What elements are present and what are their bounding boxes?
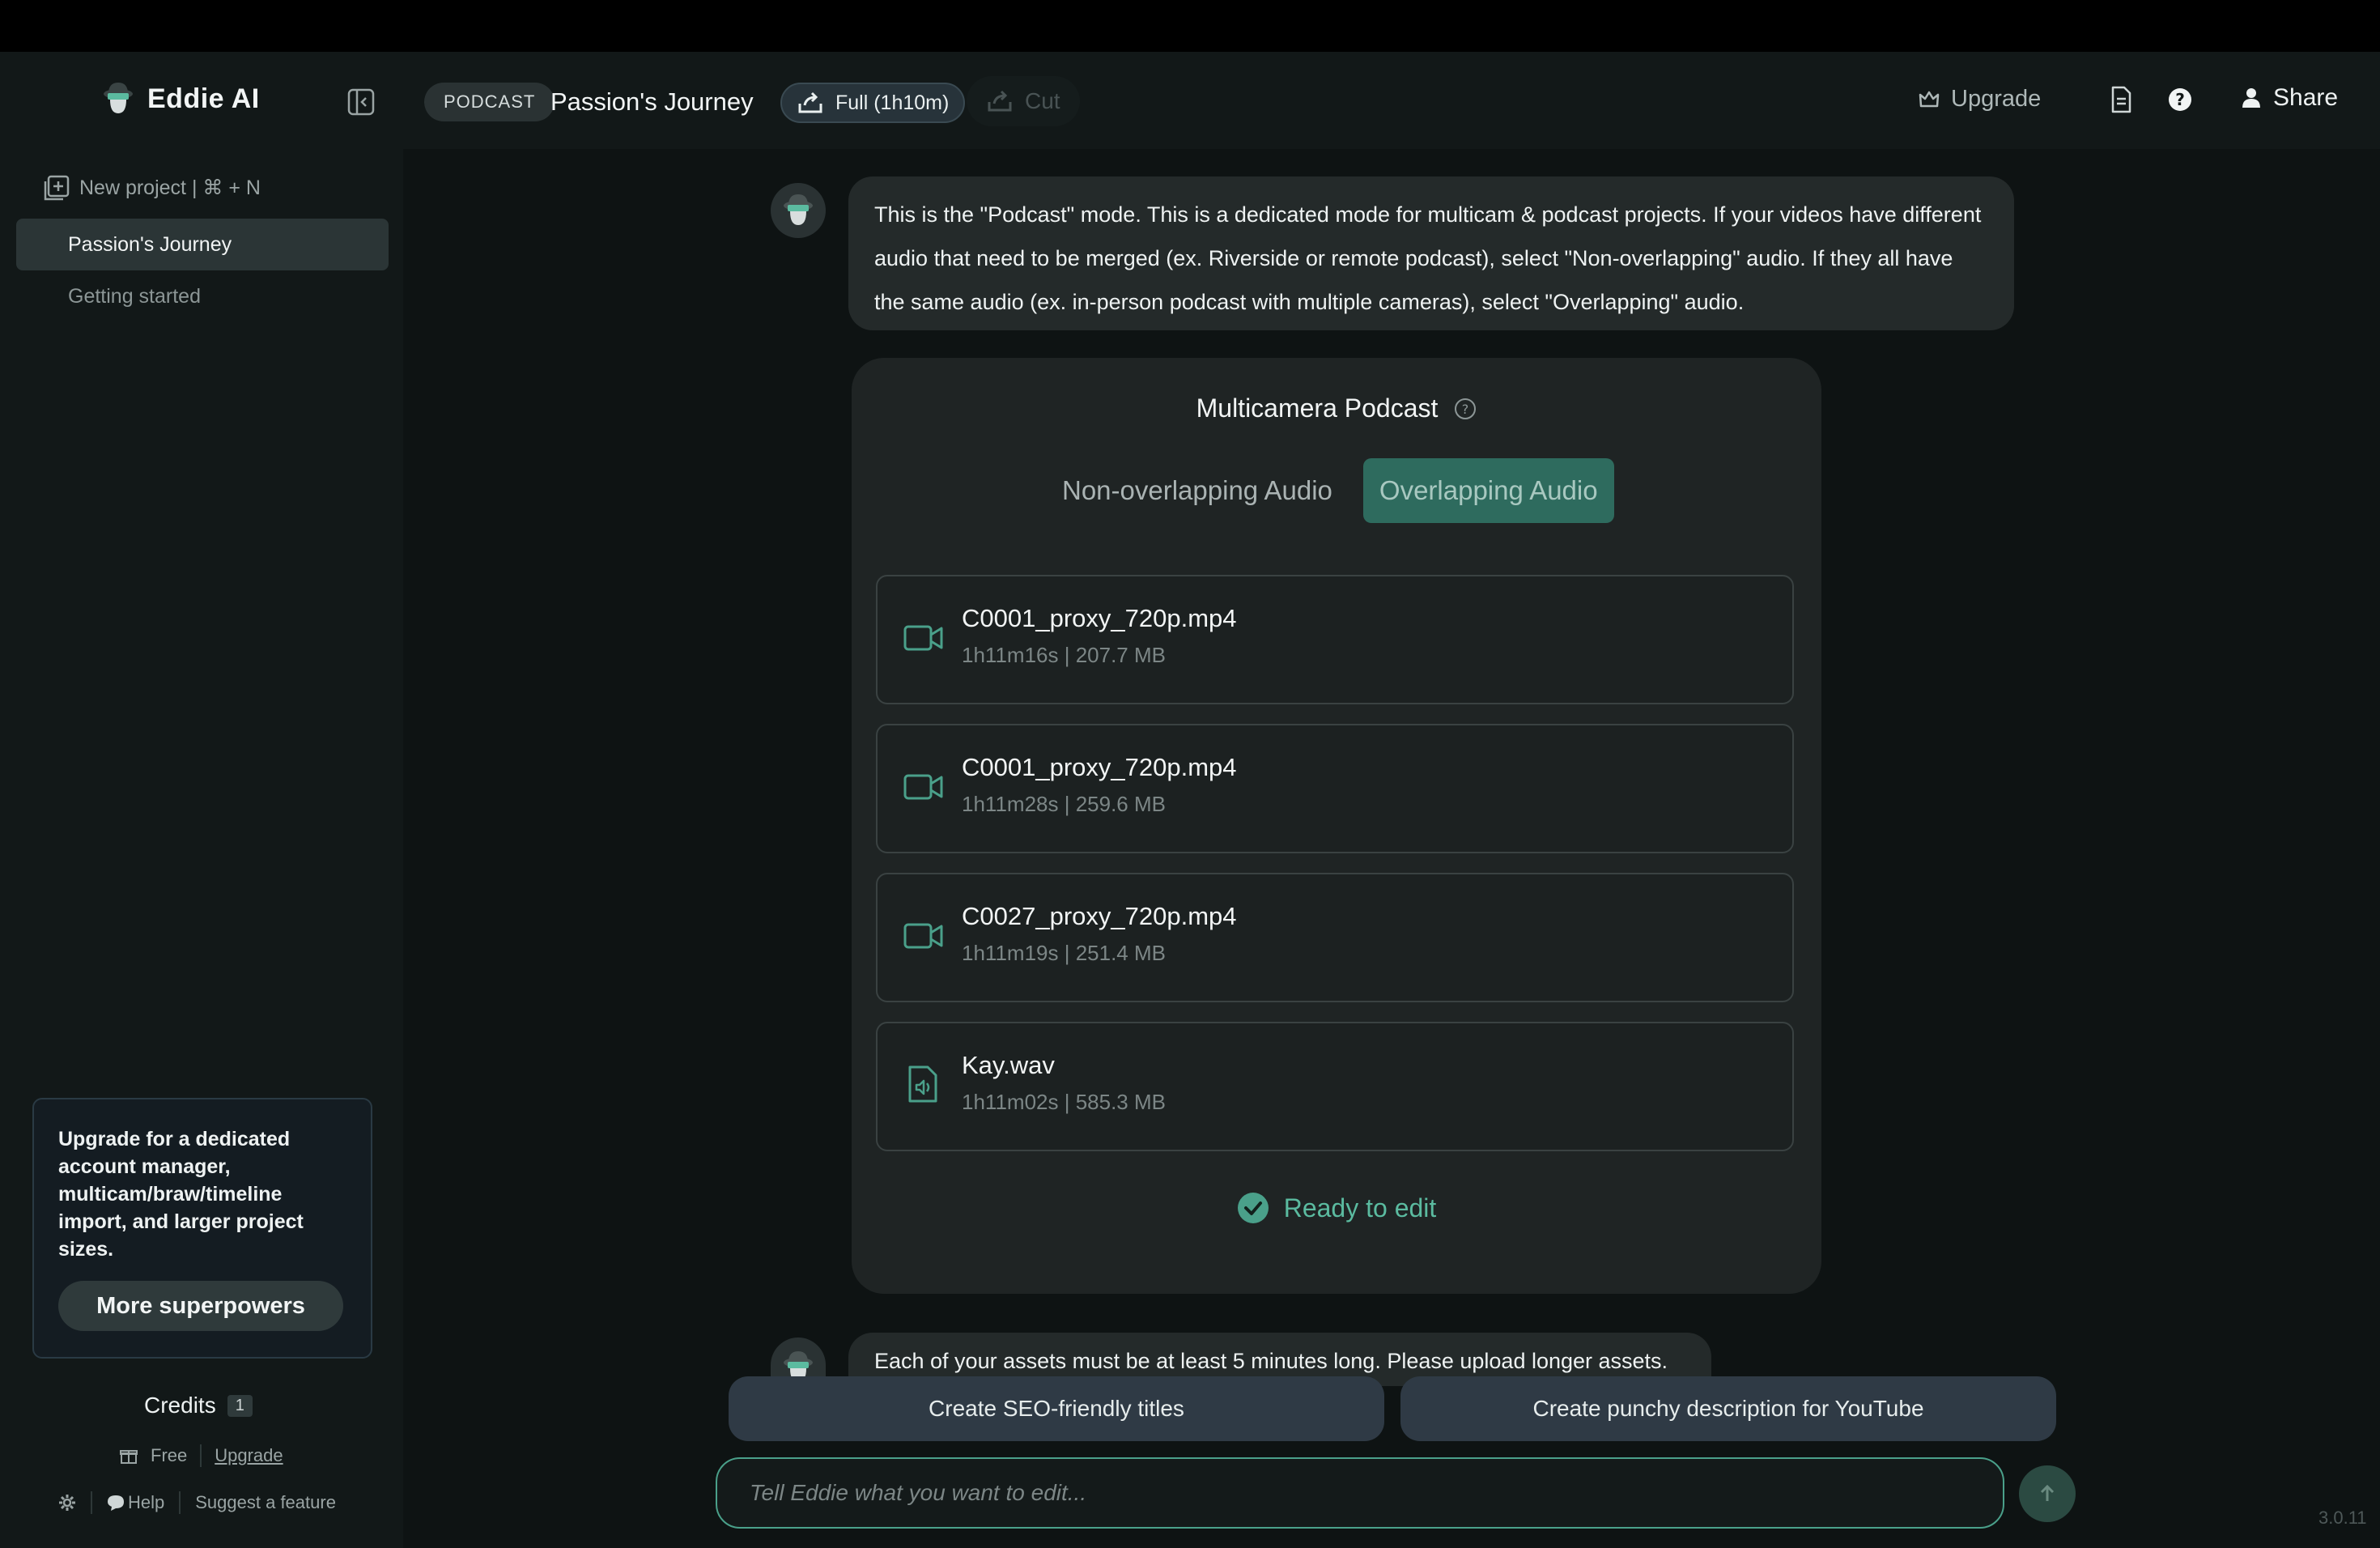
chat-input-placeholder: Tell Eddie what you want to edit... — [750, 1480, 1087, 1505]
audio-file-icon — [908, 1065, 937, 1103]
sidebar-item-label: Getting started — [68, 284, 201, 308]
file-item[interactable]: C0001_proxy_720p.mp4 1h11m28s | 259.6 MB — [876, 724, 1794, 853]
full-export-button[interactable]: Full (1h10m) — [780, 83, 966, 123]
multicam-podcast-card: Multicamera Podcast ? Non-overlapping Au… — [852, 358, 1821, 1294]
divider — [200, 1444, 202, 1467]
settings-gear-icon[interactable] — [58, 1494, 76, 1512]
sidebar-item-getting-started[interactable]: Getting started — [16, 270, 389, 322]
project-title[interactable]: Passion's Journey — [550, 84, 754, 120]
new-project-button[interactable]: New project | ⌘ + N — [44, 175, 261, 201]
plan-row: Free Upgrade — [120, 1444, 283, 1467]
user-icon — [2242, 88, 2260, 108]
file-item[interactable]: C0001_proxy_720p.mp4 1h11m16s | 207.7 MB — [876, 575, 1794, 704]
chat-input[interactable]: Tell Eddie what you want to edit... — [716, 1457, 2004, 1529]
svg-text:?: ? — [1462, 402, 1469, 417]
new-project-label: New project | ⌘ + N — [79, 176, 261, 199]
upgrade-promo-card: Upgrade for a dedicated account manager,… — [32, 1098, 372, 1359]
collapse-sidebar-button[interactable] — [345, 86, 377, 118]
card-title: Multicamera Podcast — [1196, 393, 1439, 423]
credits-display: Credits 1 — [144, 1393, 253, 1418]
sidebar-item-label: Passion's Journey — [68, 232, 232, 256]
file-name: C0027_proxy_720p.mp4 — [962, 902, 1237, 930]
share-button[interactable]: Share — [2241, 84, 2338, 112]
gift-icon — [120, 1450, 138, 1464]
upgrade-link[interactable]: Upgrade — [215, 1445, 283, 1466]
export-icon — [798, 91, 822, 113]
file-meta: 1h11m28s | 259.6 MB — [962, 792, 1166, 816]
audio-mode-toggle: Non-overlapping Audio Overlapping Audio — [1046, 458, 1614, 523]
document-icon — [2111, 86, 2131, 113]
credits-count: 1 — [227, 1394, 253, 1417]
ready-label: Ready to edit — [1283, 1193, 1437, 1223]
suggestion-youtube-description-button[interactable]: Create punchy description for YouTube — [1400, 1376, 2056, 1441]
file-name: C0001_proxy_720p.mp4 — [962, 753, 1237, 781]
mode-badge[interactable]: PODCAST — [424, 83, 555, 121]
cut-label: Cut — [1025, 88, 1060, 113]
cut-button[interactable]: Cut — [967, 76, 1080, 126]
non-overlapping-audio-option[interactable]: Non-overlapping Audio — [1046, 458, 1349, 523]
video-camera-icon — [903, 774, 943, 800]
brand-name: Eddie AI — [147, 83, 260, 114]
svg-text:?: ? — [2175, 90, 2185, 109]
ready-status[interactable]: Ready to edit — [852, 1192, 1821, 1224]
arrow-up-icon — [2040, 1484, 2055, 1501]
version-label: 3.0.11 — [2318, 1508, 2367, 1528]
sidebar-toggle-icon — [347, 88, 375, 116]
top-strip — [0, 0, 2380, 52]
sidebar-item-passions-journey[interactable]: Passion's Journey — [16, 219, 389, 270]
promo-text: Upgrade for a dedicated account manager,… — [58, 1128, 304, 1261]
sidebar-footer: Help Suggest a feature — [58, 1491, 336, 1514]
question-circle-icon: ? — [2169, 88, 2191, 111]
suggestion-seo-titles-button[interactable]: Create SEO-friendly titles — [729, 1376, 1384, 1441]
app-logo[interactable]: Eddie AI — [100, 79, 260, 118]
assistant-avatar — [771, 183, 826, 238]
export-icon — [988, 90, 1012, 112]
video-camera-icon — [903, 923, 943, 949]
help-button[interactable]: ? — [2168, 87, 2192, 116]
full-export-label: Full (1h10m) — [835, 91, 950, 114]
file-item[interactable]: C0027_proxy_720p.mp4 1h11m19s | 251.4 MB — [876, 873, 1794, 1002]
divider — [91, 1491, 92, 1514]
credits-label: Credits — [144, 1393, 216, 1418]
send-button[interactable] — [2019, 1465, 2076, 1522]
share-label: Share — [2273, 84, 2339, 111]
eddie-avatar-icon — [784, 194, 813, 225]
file-meta: 1h11m16s | 207.7 MB — [962, 643, 1166, 667]
add-icon — [44, 175, 70, 201]
video-camera-icon — [903, 625, 943, 651]
plan-label: Free — [151, 1445, 188, 1465]
check-circle-icon — [1237, 1193, 1269, 1223]
card-title-row: Multicamera Podcast ? — [852, 393, 1821, 423]
overlapping-audio-option[interactable]: Overlapping Audio — [1362, 458, 1614, 523]
help-link[interactable]: Help — [107, 1492, 164, 1513]
upgrade-label: Upgrade — [1951, 86, 2042, 112]
file-meta: 1h11m02s | 585.3 MB — [962, 1090, 1166, 1114]
file-item[interactable]: Kay.wav 1h11m02s | 585.3 MB — [876, 1022, 1794, 1151]
file-name: C0001_proxy_720p.mp4 — [962, 604, 1237, 632]
more-superpowers-button[interactable]: More superpowers — [58, 1281, 343, 1331]
assistant-message: This is the "Podcast" mode. This is a de… — [848, 176, 2014, 330]
file-meta: 1h11m19s | 251.4 MB — [962, 941, 1166, 965]
upgrade-button[interactable]: Upgrade — [1919, 86, 2041, 113]
suggest-feature-link[interactable]: Suggest a feature — [195, 1492, 336, 1513]
help-label: Help — [128, 1492, 165, 1512]
crown-icon — [1919, 91, 1940, 107]
chat-bubble-icon — [108, 1495, 124, 1511]
divider — [179, 1491, 181, 1514]
info-circle-icon[interactable]: ? — [1454, 398, 1477, 420]
notes-button[interactable] — [2110, 86, 2132, 117]
eddie-logo-icon — [104, 83, 133, 113]
file-name: Kay.wav — [962, 1051, 1055, 1079]
